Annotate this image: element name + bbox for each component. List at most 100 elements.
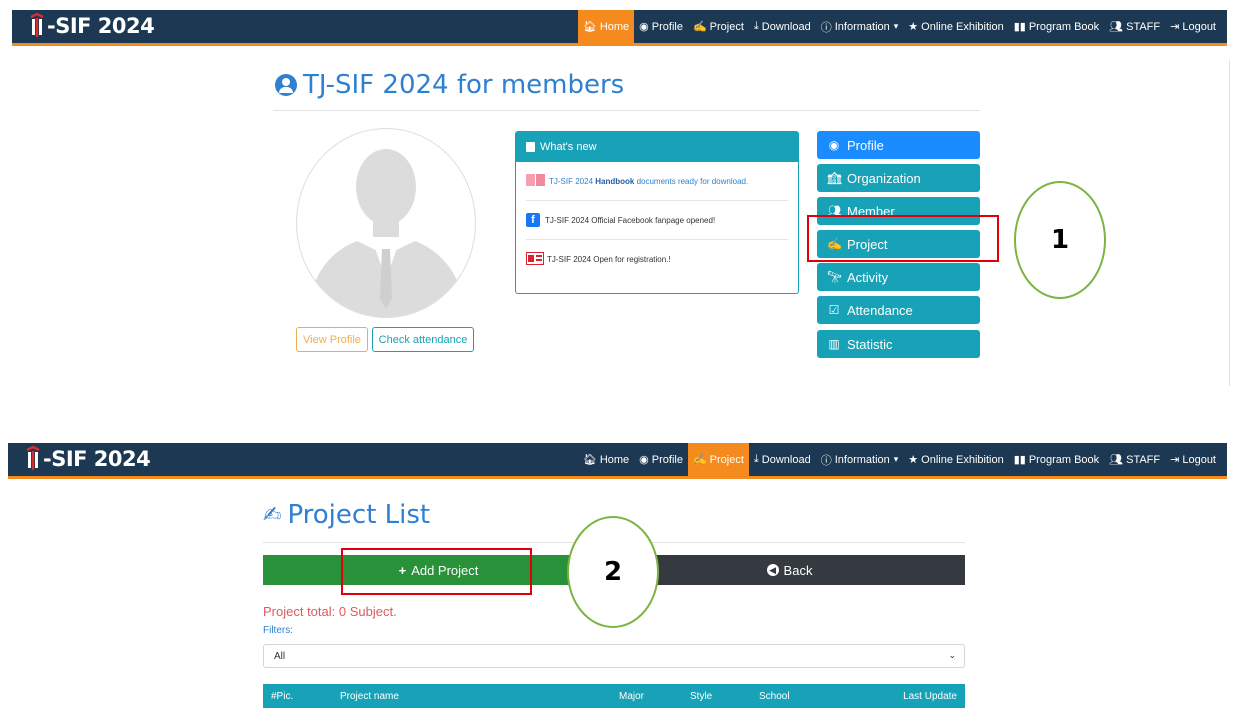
user-circle-icon [275,74,297,96]
site-logo[interactable]: -SIF 2024 [28,13,155,39]
project-table-header: #Pic. Project name Major Style School La… [263,684,965,708]
nav-item-profile[interactable]: ◉ Profile [634,10,688,43]
nav-item-program-book[interactable]: ▮▮ Program Book [1009,10,1104,43]
col-last-update: Last Update [903,691,957,702]
nav-item-online-exhibition[interactable]: ★ Online Exhibition [903,443,1008,476]
news-item-facebook[interactable]: f TJ-SIF 2024 Official Facebook fanpage … [526,201,788,240]
nav-label: Project [709,453,744,466]
col-major: Major [619,691,645,702]
tj-logo-icon [26,446,40,470]
nav-label: STAFF [1126,20,1161,33]
attendance-icon: ☑ [828,303,840,317]
col-project-name: Project name [340,691,399,702]
nav-label: Online Exhibition [921,453,1004,466]
bottom-navbar: -SIF 2024 🏠︎ Home ◉ Profile ✍ Project ⤓ Downloa… [8,443,1227,479]
news-text: TJ-SIF 2024 Open for registration.! [547,255,671,264]
nav-item-program-book[interactable]: ▮▮ Program Book [1009,443,1104,476]
highlight-box-add-project [341,548,532,595]
nav-item-information[interactable]: ⓘ Information ▾ [816,10,904,43]
profile-icon: ◉ [828,138,840,152]
nav-label: Information [834,453,890,466]
logout-icon: ⇥ [1170,21,1180,33]
nav-label: Home [599,453,630,466]
menu-button-organization[interactable]: 🏫︎ Organization [817,164,980,192]
nav-item-download[interactable]: ⤓ Download [749,10,816,43]
user-circle-icon: ◉ [639,454,649,466]
nav-label: Download [761,20,811,33]
col-pic: #Pic. [271,691,294,702]
users-icon: 👥︎ [1109,454,1124,466]
nav-item-staff[interactable]: 👥︎ STAFF [1104,10,1165,43]
nav-label: STAFF [1126,453,1161,466]
view-profile-button[interactable]: View Profile [296,327,368,352]
home-icon: 🏠︎ [582,21,597,33]
nav-item-information[interactable]: ⓘ Information ▾ [816,443,904,476]
menu-button-attendance[interactable]: ☑ Attendance [817,296,980,324]
user-circle-icon: ◉ [639,21,649,33]
whats-new-title: What's new [540,141,597,153]
menu-button-label: Activity [847,269,889,285]
col-school: School [759,691,790,702]
menu-button-statistic[interactable]: ▥ Statistic [817,330,980,358]
caret-down-icon: ▾ [893,454,899,464]
activity-icon: 🔭︎ [827,270,843,284]
site-logo[interactable]: -SIF 2024 [24,446,151,472]
nav-label: Download [761,453,811,466]
page-title-text: TJ-SIF 2024 for members [303,70,625,100]
menu-button-activity[interactable]: 🔭︎ Activity [817,263,980,291]
news-icon [526,142,535,152]
info-icon: ⓘ [820,21,832,34]
nav-label: Profile [651,453,683,466]
back-button[interactable]: ◀ Back [614,555,965,585]
back-label: Back [783,562,813,578]
nav-item-online-exhibition[interactable]: ★ Online Exhibition [903,10,1008,43]
nav-item-project[interactable]: ✍ Project [688,10,749,43]
top-navbar: -SIF 2024 🏠︎ Home ◉ Profile ✍ Project ⤓ Downloa… [12,10,1227,46]
page-title-text: Project List [287,500,431,530]
nav-item-download[interactable]: ⤓ Download [749,443,816,476]
nav-item-project[interactable]: ✍ Project [687,443,749,476]
filter-value: All [274,650,286,662]
facebook-icon: f [526,213,540,227]
step-callout-2: 2 [567,516,659,628]
menu-button-label: Statistic [847,336,893,352]
filter-select[interactable]: All ⌄ [263,644,965,668]
page-title: ✍ Project List [263,500,430,530]
nav-item-home[interactable]: 🏠︎ Home [577,10,635,43]
nav-label: Logout [1182,20,1216,33]
menu-button-profile[interactable]: ◉ Profile [817,131,980,159]
back-arrow-icon: ◀ [766,564,779,576]
divider [1229,60,1230,386]
news-text: TJ-SIF 2024 Handbook documents ready for… [549,176,749,186]
check-attendance-button[interactable]: Check attendance [372,327,474,352]
organization-icon: 🏫︎ [827,171,843,185]
highlight-box-project [807,215,999,262]
divider [273,110,980,111]
download-icon: ⤓ [753,20,759,32]
caret-down-icon: ▾ [893,21,899,31]
nav-item-home[interactable]: 🏠︎ Home [578,443,634,476]
nav-label: Program Book [1028,453,1100,466]
nav-item-profile[interactable]: ◉ Profile [634,443,688,476]
whats-new-card: What's new TJ-SIF 2024 Handbook document… [515,131,799,294]
news-item-registration[interactable]: TJ-SIF 2024 Open for registration.! [526,240,788,279]
download-icon: ⤓ [753,453,759,465]
bottom-nav-menu: 🏠︎ Home ◉ Profile ✍ Project ⤓ Download ⓘ Informat… [578,443,1221,476]
nav-item-staff[interactable]: 👥︎ STAFF [1104,443,1165,476]
users-icon: 👥︎ [1109,21,1124,33]
avatar [296,128,476,318]
book-icon [526,173,546,189]
top-nav-menu: 🏠︎ Home ◉ Profile ✍ Project ⤓ Download ⓘ Informat… [577,10,1221,43]
book-icon: ▮▮ [1013,21,1026,33]
menu-button-label: Attendance [847,302,913,318]
book-icon: ▮▮ [1013,454,1026,466]
nav-label: Profile [651,20,683,33]
nav-item-logout[interactable]: ⇥ Logout [1165,443,1221,476]
news-item-handbook[interactable]: TJ-SIF 2024 Handbook documents ready for… [526,162,788,201]
col-style: Style [690,691,713,702]
logo-text: -SIF 2024 [43,447,151,471]
nav-label: Program Book [1028,20,1100,33]
news-text: TJ-SIF 2024 Official Facebook fanpage op… [545,215,716,225]
nav-item-logout[interactable]: ⇥ Logout [1165,10,1221,43]
nav-label: Information [834,20,890,33]
